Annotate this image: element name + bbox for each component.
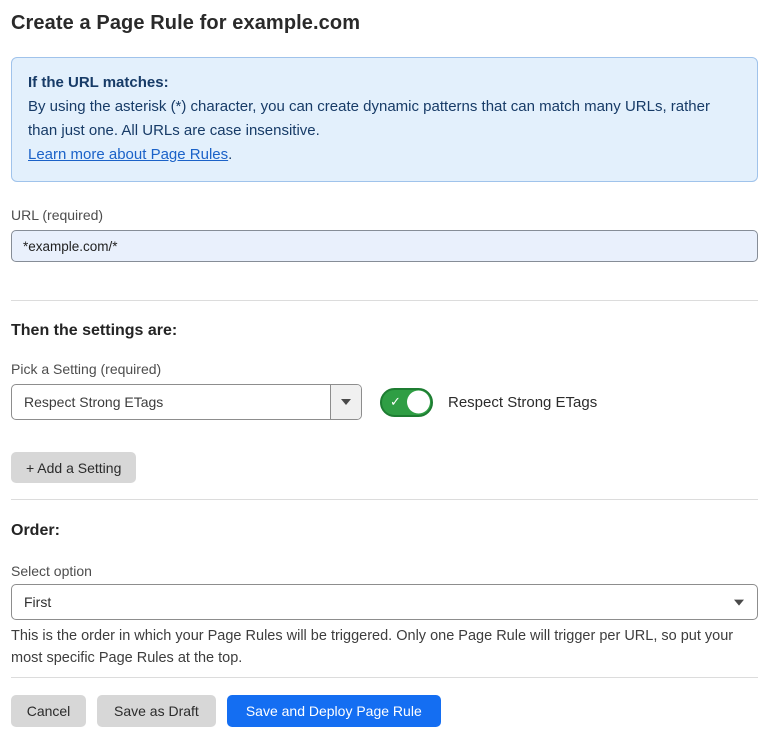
page-title: Create a Page Rule for example.com [11, 0, 758, 36]
order-select[interactable]: First [11, 584, 758, 620]
divider [11, 499, 758, 500]
info-box-link-line: Learn more about Page Rules. [28, 143, 741, 167]
order-select-value: First [24, 594, 51, 610]
respect-strong-etags-toggle[interactable]: ✓ [380, 388, 433, 417]
save-and-deploy-button[interactable]: Save and Deploy Page Rule [227, 695, 441, 727]
pick-setting-label: Pick a Setting (required) [11, 361, 758, 378]
cancel-button[interactable]: Cancel [11, 695, 86, 727]
toggle-label: Respect Strong ETags [448, 394, 597, 411]
learn-more-link[interactable]: Learn more about Page Rules [28, 146, 228, 163]
divider [11, 677, 758, 678]
divider [11, 300, 758, 301]
info-box-heading: If the URL matches: [28, 71, 741, 95]
url-input[interactable] [11, 230, 758, 262]
link-suffix: . [228, 146, 232, 163]
check-icon: ✓ [390, 395, 401, 408]
chevron-down-icon [341, 399, 351, 405]
setting-controls-row: Respect Strong ETags ✓ Respect Strong ET… [11, 384, 758, 420]
toggle-knob [407, 391, 430, 414]
add-setting-button[interactable]: + Add a Setting [11, 452, 136, 483]
settings-section-heading: Then the settings are: [11, 321, 758, 340]
save-as-draft-button[interactable]: Save as Draft [97, 695, 216, 727]
form-actions: Cancel Save as Draft Save and Deploy Pag… [11, 695, 758, 727]
create-page-rule-panel: Create a Page Rule for example.com If th… [0, 0, 769, 743]
setting-select[interactable]: Respect Strong ETags [11, 384, 362, 420]
url-field-label: URL (required) [11, 207, 758, 224]
chevron-down-icon [734, 600, 744, 606]
url-match-info-box: If the URL matches: By using the asteris… [11, 57, 758, 182]
setting-select-value: Respect Strong ETags [12, 385, 330, 419]
order-help-text: This is the order in which your Page Rul… [11, 625, 758, 669]
order-select-label: Select option [11, 563, 758, 580]
order-section-heading: Order: [11, 521, 758, 540]
info-box-body: By using the asterisk (*) character, you… [28, 95, 741, 143]
info-box-body-text: By using the asterisk (*) character, you… [28, 98, 710, 139]
setting-select-arrow-button[interactable] [330, 385, 361, 419]
